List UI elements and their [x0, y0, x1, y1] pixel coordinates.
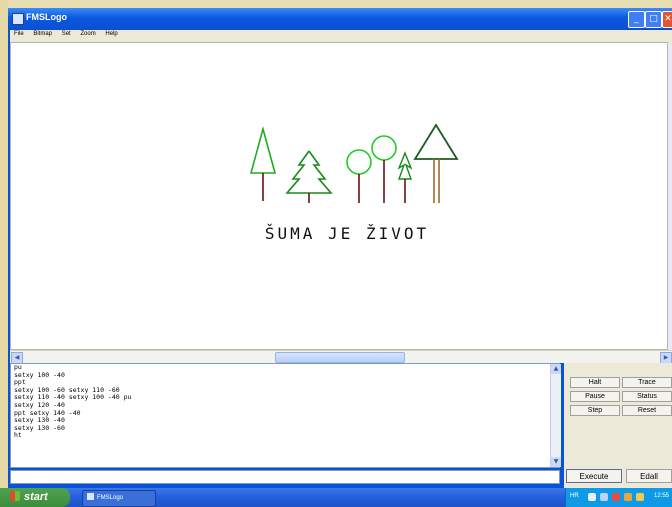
taskbar: start FMSLogo HR 12:55	[0, 488, 672, 507]
maximize-button[interactable]: □	[645, 11, 662, 28]
antivirus-icon[interactable]	[636, 493, 644, 501]
history-line[interactable]: pu	[11, 364, 559, 372]
status-button[interactable]: Status	[622, 391, 672, 402]
tree-circle-4	[371, 135, 397, 161]
scroll-up-icon[interactable]: ▲	[551, 364, 561, 374]
command-history[interactable]: pu setxy 100 -40 ppt setxy 100 -60 setxy…	[10, 363, 560, 468]
tree-arrow-5	[397, 151, 413, 180]
volume-icon[interactable]	[624, 493, 632, 501]
history-line[interactable]: ht	[11, 432, 559, 440]
system-tray: HR 12:55	[565, 488, 672, 507]
start-label: start	[24, 491, 48, 503]
history-scrollbar[interactable]: ▲ ▼	[550, 364, 561, 467]
tree-circle-3	[346, 149, 372, 175]
close-button[interactable]: ✕	[662, 11, 672, 28]
tree-fir-2	[285, 150, 333, 194]
app-window: FMSLogo _ □ ✕ File Bitmap Set Zoom Help	[8, 8, 672, 488]
taskbar-item-fmslogo[interactable]: FMSLogo	[82, 490, 156, 507]
language-indicator[interactable]: HR	[570, 493, 579, 499]
app-icon	[12, 13, 24, 25]
trace-button[interactable]: Trace	[622, 377, 672, 388]
minimize-button[interactable]: _	[628, 11, 645, 28]
turtle-drawing: ŠUMA JE ŽIVOT	[249, 123, 459, 243]
window-title: FMSLogo	[26, 12, 67, 22]
network-icon[interactable]	[588, 493, 596, 501]
close-icon: ✕	[664, 14, 672, 24]
tree-triangle-6	[413, 123, 459, 160]
scroll-down-icon[interactable]: ▼	[551, 457, 561, 467]
menu-bitmap[interactable]: Bitmap	[29, 30, 56, 37]
menu-file[interactable]: File	[10, 30, 28, 37]
drawing-canvas[interactable]: ŠUMA JE ŽIVOT	[10, 42, 668, 350]
scroll-thumb[interactable]	[275, 352, 405, 363]
windows-logo-icon	[10, 491, 20, 501]
history-line[interactable]: setxy 130 -60	[11, 424, 559, 433]
help-icon[interactable]	[600, 493, 608, 501]
slogan-text: ŠUMA JE ŽIVOT	[265, 224, 429, 243]
history-line[interactable]: setxy 100 -40	[11, 371, 559, 380]
reset-button[interactable]: Reset	[622, 405, 672, 416]
history-line[interactable]: setxy 130 -40	[11, 417, 559, 425]
history-line[interactable]: ppt setxy 140 -40	[11, 409, 559, 418]
canvas-vertical-scrollbar[interactable]	[668, 42, 672, 350]
tree-triangle-1	[249, 125, 277, 174]
pause-button[interactable]: Pause	[570, 391, 620, 402]
title-bar[interactable]: FMSLogo _ □ ✕	[8, 8, 672, 30]
command-input[interactable]	[10, 470, 560, 484]
security-icon[interactable]	[612, 493, 620, 501]
desktop-edge	[0, 0, 8, 507]
history-line[interactable]: setxy 120 -40	[11, 401, 559, 410]
halt-button[interactable]: Halt	[570, 377, 620, 388]
menu-set[interactable]: Set	[58, 30, 75, 37]
taskbar-item-label: FMSLogo	[97, 495, 124, 501]
maximize-icon: □	[649, 14, 658, 24]
minimize-icon: _	[634, 14, 639, 24]
app-icon	[87, 493, 94, 500]
execute-button[interactable]: Execute	[566, 469, 622, 483]
start-button[interactable]: start	[0, 488, 70, 507]
menu-bar: File Bitmap Set Zoom Help	[10, 30, 672, 42]
menu-help[interactable]: Help	[101, 30, 121, 37]
edall-button[interactable]: Edall	[626, 469, 672, 483]
history-line[interactable]: setxy 110 -40 setxy 100 -40 pu	[11, 394, 559, 402]
menu-zoom[interactable]: Zoom	[76, 30, 99, 37]
clock[interactable]: 12:55	[654, 493, 669, 499]
canvas-horizontal-scrollbar[interactable]: ◀ ▶	[10, 350, 672, 364]
step-button[interactable]: Step	[570, 405, 620, 416]
